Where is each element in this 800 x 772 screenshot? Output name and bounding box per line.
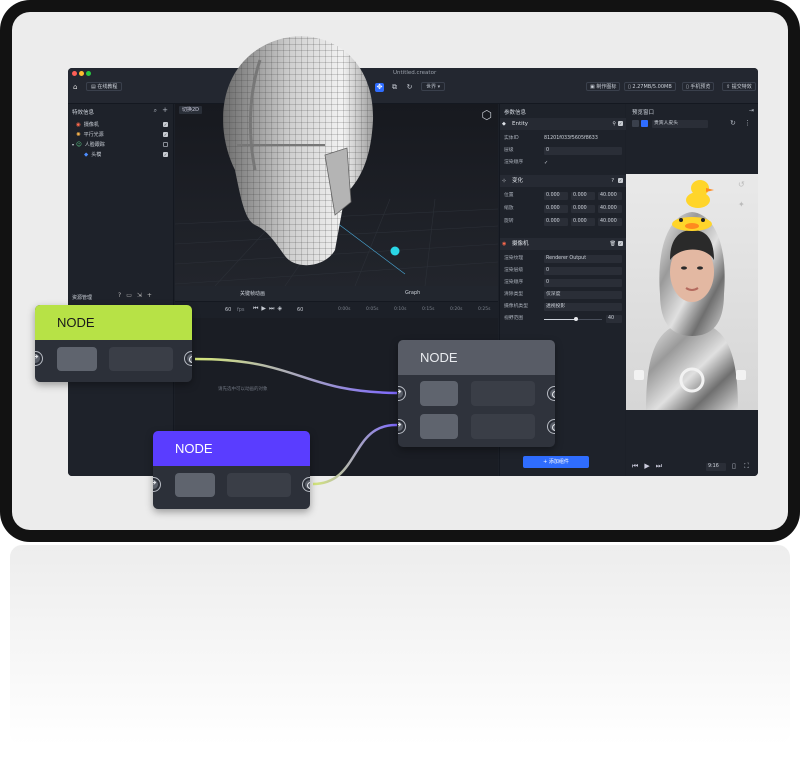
node-field[interactable] bbox=[227, 473, 291, 497]
node-header: NODE bbox=[398, 340, 555, 375]
node-field[interactable] bbox=[420, 381, 458, 406]
node-field[interactable] bbox=[57, 347, 97, 371]
node-card[interactable]: NODE bbox=[35, 305, 192, 382]
output-port-icon[interactable] bbox=[185, 352, 192, 365]
node-card[interactable]: NODE bbox=[398, 340, 555, 447]
node-field[interactable] bbox=[471, 381, 535, 406]
input-port-icon[interactable] bbox=[153, 478, 160, 491]
output-port-icon[interactable] bbox=[548, 387, 555, 400]
node-field[interactable] bbox=[420, 414, 458, 439]
node-field[interactable] bbox=[471, 414, 535, 439]
input-port-icon[interactable] bbox=[398, 387, 405, 400]
node-header: NODE bbox=[153, 431, 310, 466]
node-header: NODE bbox=[35, 305, 192, 340]
node-card[interactable]: NODE bbox=[153, 431, 310, 509]
node-field[interactable] bbox=[175, 473, 215, 497]
output-port-icon[interactable] bbox=[548, 420, 555, 433]
input-port-icon[interactable] bbox=[398, 420, 405, 433]
output-port-icon[interactable] bbox=[303, 478, 310, 491]
node-field[interactable] bbox=[109, 347, 173, 371]
stage: ⌂ ▤ 在线教程 Untitled.creator ✥ ⧉ ↻ 世界 ▾ ▣ 制… bbox=[0, 0, 800, 772]
input-port-icon[interactable] bbox=[35, 352, 42, 365]
